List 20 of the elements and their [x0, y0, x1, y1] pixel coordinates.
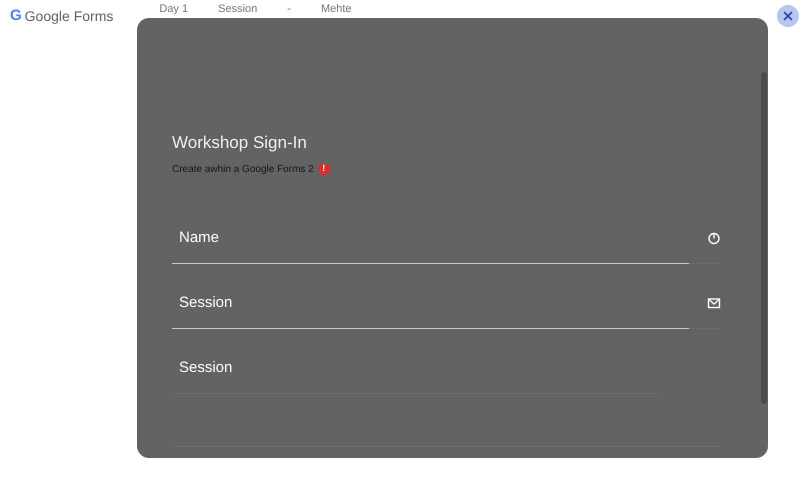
dialog-subtitle: Create awhin a Google Forms 2: [172, 162, 314, 176]
field-label: Name: [179, 228, 220, 248]
close-button[interactable]: [777, 5, 799, 27]
alert-badge: !: [318, 163, 330, 175]
close-icon: [783, 11, 793, 21]
nav-tab[interactable]: -: [287, 3, 291, 16]
field-label: Session: [179, 358, 232, 378]
power-icon[interactable]: [707, 231, 721, 245]
scrollbar[interactable]: [761, 72, 767, 404]
input-field[interactable]: Name: [172, 214, 689, 264]
input-field[interactable]: Session: [172, 278, 689, 328]
field-label: Session: [179, 292, 232, 313]
nav-tab[interactable]: Day 1: [159, 3, 188, 16]
dialog-title: Workshop Sign-In: [172, 132, 308, 154]
envelope-icon[interactable]: [707, 296, 721, 310]
logo-text: Google Forms: [24, 6, 114, 26]
input-field[interactable]: Session: [172, 344, 661, 394]
logo-mark: G: [10, 6, 22, 26]
nav-tab[interactable]: Session: [218, 3, 258, 16]
nav-tab[interactable]: Mehte: [320, 3, 352, 16]
